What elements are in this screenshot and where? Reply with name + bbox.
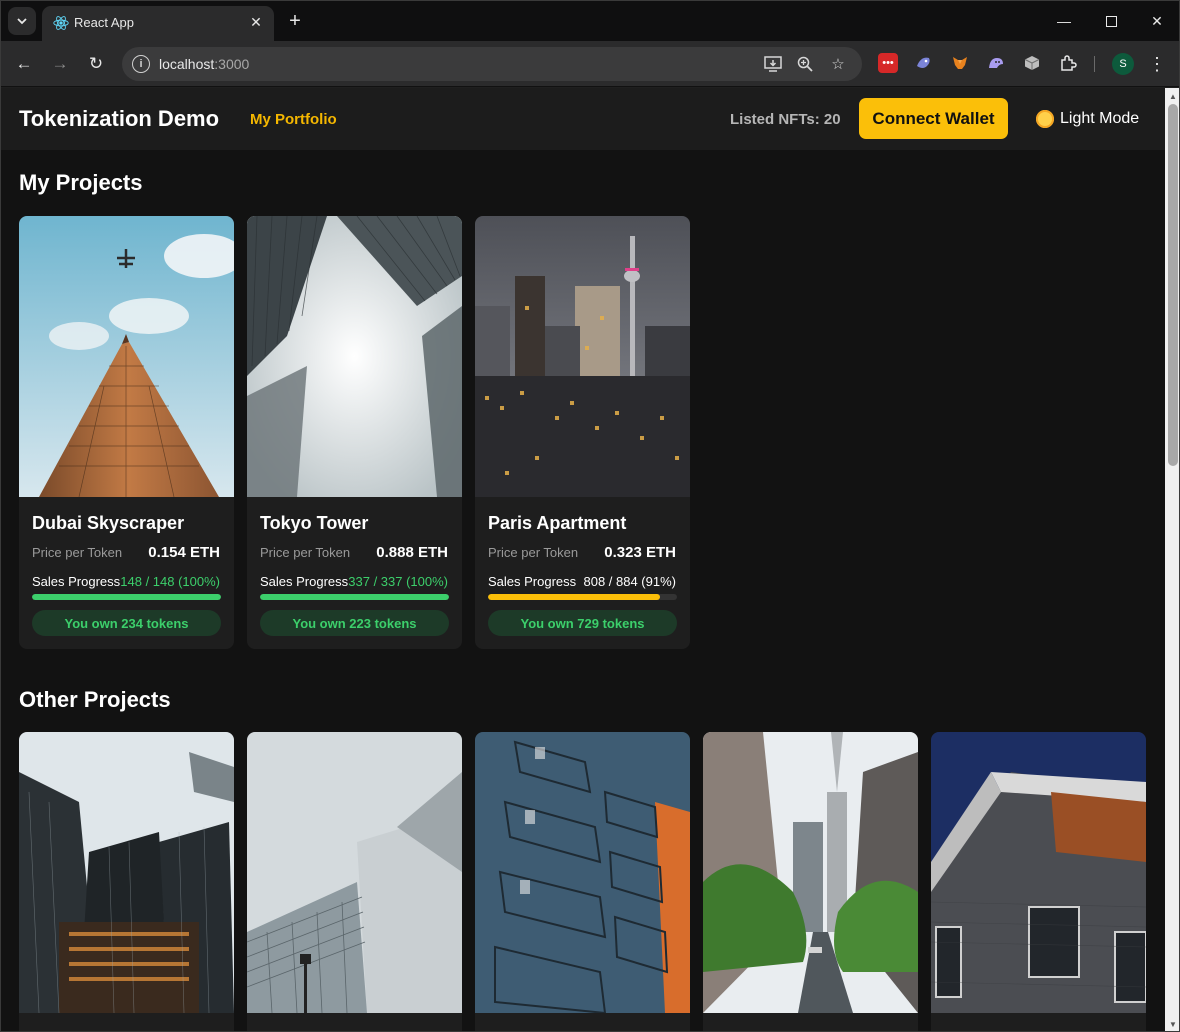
scroll-down-arrow-icon[interactable]: ▼ bbox=[1168, 1019, 1178, 1029]
project-image bbox=[19, 216, 234, 497]
brand-title[interactable]: Tokenization Demo bbox=[19, 106, 219, 132]
project-image bbox=[247, 216, 462, 497]
price-value: 0.154 ETH bbox=[148, 544, 220, 561]
forward-arrow-icon[interactable]: → bbox=[46, 50, 74, 78]
extension-red-icon[interactable]: ••• bbox=[878, 53, 898, 73]
project-image bbox=[475, 216, 690, 497]
sales-progress-label: Sales Progress bbox=[32, 574, 121, 589]
sales-progress-fill bbox=[260, 594, 449, 600]
project-image bbox=[703, 732, 918, 1013]
zoom-icon[interactable] bbox=[795, 54, 815, 74]
owned-tokens-badge: You own 729 tokens bbox=[488, 610, 677, 636]
light-mode-label: Light Mode bbox=[1060, 110, 1140, 127]
my-projects-heading: My Projects bbox=[19, 170, 143, 195]
toolbar-divider bbox=[1094, 56, 1095, 72]
profile-avatar[interactable]: S bbox=[1112, 53, 1134, 75]
browser-toolbar: ← → ↻ i localhost:3000 ☆ ••• S ⋮ bbox=[1, 41, 1179, 87]
sales-progress-value: 808 / 884 (91%) bbox=[583, 574, 676, 589]
extension-ghost-icon[interactable] bbox=[986, 53, 1006, 73]
url-port: :3000 bbox=[214, 56, 250, 72]
tab-search-button[interactable] bbox=[8, 7, 36, 35]
sales-progress-label: Sales Progress bbox=[260, 574, 349, 589]
project-name: Paris Apartment bbox=[488, 513, 627, 533]
install-app-icon[interactable] bbox=[763, 54, 783, 74]
address-bar[interactable]: i localhost:3000 ☆ bbox=[122, 47, 862, 81]
sales-progress-value: 148 / 148 (100%) bbox=[120, 574, 220, 589]
light-mode-toggle[interactable]: Light Mode bbox=[1036, 110, 1139, 128]
price-label: Price per Token bbox=[488, 545, 579, 560]
bookmark-star-icon[interactable]: ☆ bbox=[828, 54, 848, 74]
owned-tokens-badge: You own 234 tokens bbox=[32, 610, 221, 636]
project-name: Dubai Skyscraper bbox=[32, 513, 185, 533]
price-label: Price per Token bbox=[32, 545, 123, 560]
project-card[interactable] bbox=[19, 732, 234, 1031]
sales-progress-fill bbox=[488, 594, 660, 600]
owned-tokens-badge: You own 223 tokens bbox=[260, 610, 449, 636]
app-header: Tokenization Demo My Portfolio Listed NF… bbox=[1, 88, 1165, 150]
extension-cube-icon[interactable] bbox=[1022, 53, 1042, 73]
new-tab-button[interactable]: + bbox=[283, 9, 307, 33]
scroll-thumb[interactable] bbox=[1168, 104, 1178, 466]
scroll-up-arrow-icon[interactable]: ▲ bbox=[1168, 91, 1178, 101]
price-label: Price per Token bbox=[260, 545, 351, 560]
url-text: localhost:3000 bbox=[159, 56, 249, 72]
project-name: Tokyo Tower bbox=[260, 513, 369, 533]
sales-progress-bar bbox=[488, 594, 677, 600]
project-image bbox=[19, 732, 234, 1014]
project-image bbox=[247, 732, 462, 1014]
project-card[interactable]: Tokyo Tower Price per Token 0.888 ETH Sa… bbox=[247, 216, 462, 649]
extension-bird-icon[interactable] bbox=[914, 53, 934, 73]
sales-progress-fill bbox=[32, 594, 221, 600]
more-menu-icon[interactable]: ⋮ bbox=[1147, 52, 1167, 76]
project-card[interactable] bbox=[247, 732, 462, 1031]
browser-window: React App ✕ + — ✕ ← → ↻ i localhost:3000… bbox=[0, 0, 1180, 1032]
project-card[interactable]: Paris Apartment Price per Token 0.323 ET… bbox=[475, 216, 690, 649]
project-card[interactable] bbox=[931, 732, 1146, 1031]
site-info-icon[interactable]: i bbox=[132, 55, 150, 73]
chevron-down-icon bbox=[17, 18, 27, 25]
extensions-puzzle-icon[interactable] bbox=[1058, 53, 1078, 73]
listed-nfts-count: Listed NFTs: 20 bbox=[730, 111, 841, 128]
close-tab-icon[interactable]: ✕ bbox=[246, 12, 266, 32]
metamask-fox-icon[interactable] bbox=[950, 53, 970, 73]
price-value: 0.323 ETH bbox=[604, 544, 676, 561]
url-host: localhost bbox=[159, 56, 215, 72]
tab-strip: React App ✕ + — ✕ bbox=[1, 1, 1179, 41]
sales-progress-label: Sales Progress bbox=[488, 574, 577, 589]
my-portfolio-link[interactable]: My Portfolio bbox=[250, 111, 337, 128]
reload-icon[interactable]: ↻ bbox=[82, 50, 110, 78]
page-viewport: Tokenization Demo My Portfolio Listed NF… bbox=[1, 88, 1165, 1031]
back-arrow-icon[interactable]: ← bbox=[10, 50, 38, 78]
price-value: 0.888 ETH bbox=[376, 544, 448, 561]
maximize-icon[interactable] bbox=[1091, 7, 1131, 35]
sales-progress-value: 337 / 337 (100%) bbox=[348, 574, 448, 589]
page-scrollbar[interactable]: ▲ ▼ bbox=[1165, 88, 1179, 1031]
sales-progress-bar bbox=[32, 594, 221, 600]
connect-wallet-button[interactable]: Connect Wallet bbox=[859, 98, 1008, 139]
tab-react-app[interactable]: React App ✕ bbox=[42, 6, 274, 41]
other-projects-heading: Other Projects bbox=[19, 687, 171, 712]
project-card[interactable] bbox=[703, 732, 918, 1031]
tab-title: React App bbox=[74, 15, 134, 30]
minimize-icon[interactable]: — bbox=[1044, 7, 1084, 35]
close-window-icon[interactable]: ✕ bbox=[1137, 7, 1177, 35]
project-card[interactable]: Dubai Skyscraper Price per Token 0.154 E… bbox=[19, 216, 234, 649]
project-card[interactable] bbox=[475, 732, 690, 1031]
sales-progress-bar bbox=[260, 594, 449, 600]
react-icon bbox=[53, 16, 69, 30]
sun-icon bbox=[1036, 110, 1054, 128]
project-image bbox=[475, 732, 690, 1015]
project-image bbox=[931, 732, 1146, 1013]
